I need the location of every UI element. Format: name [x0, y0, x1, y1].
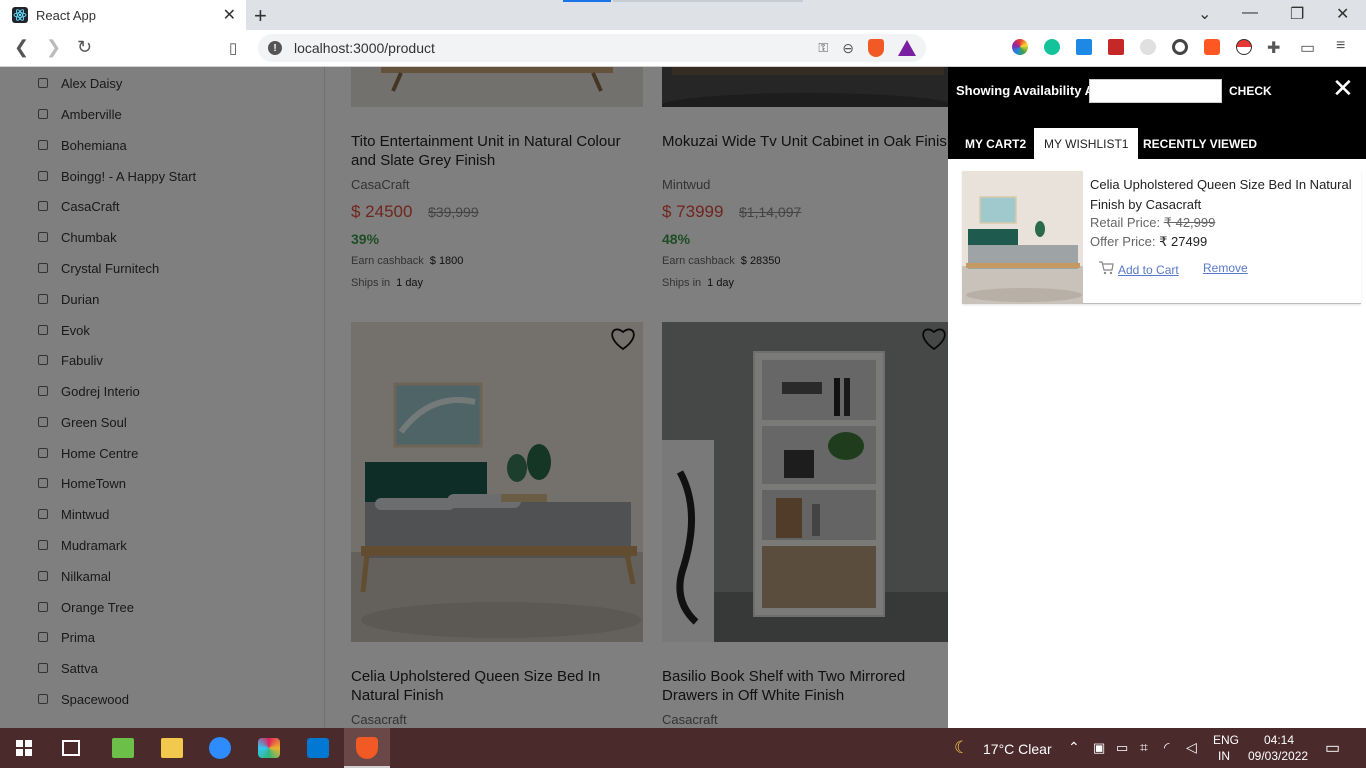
availability-label: Showing Availability At [956, 83, 1099, 98]
wishlist-item-image[interactable] [962, 171, 1083, 304]
grammarly-extension-icon[interactable] [1044, 39, 1060, 55]
restore-icon[interactable]: ❐ [1290, 4, 1304, 24]
remove-button[interactable]: Remove [1203, 261, 1248, 275]
file-explorer-icon[interactable] [161, 738, 183, 758]
loading-indicator [563, 0, 611, 2]
browser-toolbar: ❮ ❯ ↻ ▯ ! localhost:3000/product ⚿ ⊖ ✚ ▭… [0, 30, 1366, 67]
loading-track [613, 0, 803, 2]
face-extension-icon[interactable] [1140, 39, 1156, 55]
bookmark-icon[interactable]: ▯ [229, 39, 237, 57]
tray-device-icon[interactable]: ▣ [1093, 740, 1105, 756]
add-to-cart-button[interactable]: Add to Cart [1098, 261, 1179, 278]
screenshot-extension-icon[interactable] [1108, 39, 1124, 55]
new-tab-icon[interactable]: + [254, 3, 267, 29]
wishlist-item-name[interactable]: Celia Upholstered Queen Size Bed In Natu… [1090, 175, 1358, 215]
tab-close-icon[interactable]: ✕ [223, 5, 236, 25]
tab-my-cart[interactable]: MY CART2 [955, 128, 1036, 159]
slack-icon[interactable] [258, 738, 280, 758]
window-close-icon[interactable]: ✕ [1336, 4, 1349, 24]
tab-title: React App [36, 7, 96, 23]
browser-tab[interactable]: React App ✕ [0, 0, 246, 30]
reload-icon[interactable]: ↻ [77, 37, 92, 58]
cart-icon [1098, 261, 1114, 278]
brave-taskbar-button[interactable] [344, 728, 390, 768]
clock-date[interactable]: 09/03/2022 [1248, 749, 1308, 763]
retail-price-line: Retail Price: ₹ 42,999 [1090, 215, 1216, 230]
vscode-icon[interactable] [307, 738, 329, 758]
forward-icon[interactable]: ❯ [46, 37, 61, 58]
volume-icon[interactable]: ◁ [1186, 739, 1197, 756]
drawer-header: Showing Availability At CHECK ✕ MY CART2… [948, 67, 1366, 159]
wallet-icon[interactable]: ▭ [1300, 38, 1315, 58]
wishlist-item: Celia Upholstered Queen Size Bed In Natu… [962, 171, 1361, 304]
tray-chevron-icon[interactable]: ⌃ [1068, 739, 1080, 756]
clock-time[interactable]: 04:14 [1264, 733, 1294, 747]
color-picker-extension-icon[interactable] [1012, 39, 1028, 55]
tab-search-icon[interactable]: ⌄ [1198, 4, 1211, 24]
language-indicator[interactable]: ENG [1213, 733, 1239, 747]
task-view-icon[interactable] [62, 740, 80, 756]
zoom-icon[interactable]: ⊖ [842, 40, 854, 57]
check-button[interactable]: CHECK [1229, 84, 1272, 98]
react-logo-icon [12, 7, 28, 23]
weather-text[interactable]: 17°C Clear [983, 741, 1052, 757]
brave-shield-icon[interactable] [868, 39, 884, 57]
brave-rewards-icon[interactable] [898, 40, 916, 56]
page-content: Alex Daisy Amberville Bohemiana Boingg! … [0, 67, 1366, 728]
extensions-puzzle-icon[interactable]: ✚ [1267, 38, 1280, 58]
region-indicator[interactable]: IN [1218, 749, 1230, 763]
brave-browser-icon [356, 737, 378, 759]
tab-my-wishlist[interactable]: MY WISHLIST1 [1034, 128, 1139, 159]
wifi-icon[interactable]: ◜ [1164, 739, 1169, 756]
record-extension-icon[interactable] [1172, 39, 1188, 55]
app-green-icon[interactable] [112, 738, 134, 758]
back-icon[interactable]: ❮ [14, 37, 29, 58]
url-text: localhost:3000/product [294, 40, 435, 56]
c-extension-icon[interactable] [1204, 39, 1220, 55]
moon-weather-icon: ☾ [954, 738, 970, 757]
network-settings-icon[interactable]: ⌗ [1140, 739, 1148, 756]
notification-center-icon[interactable]: ▭ [1325, 738, 1340, 758]
cart-wishlist-drawer: Showing Availability At CHECK ✕ MY CART2… [948, 67, 1366, 728]
address-bar[interactable]: ! localhost:3000/product ⚿ ⊖ [258, 34, 926, 62]
browser-tab-strip: React App ✕ + ⌄ — ❐ ✕ [0, 0, 1366, 30]
site-info-icon[interactable]: ! [268, 41, 282, 55]
menu-icon[interactable]: ≡ [1336, 37, 1345, 55]
battery-icon[interactable]: ▭ [1116, 740, 1128, 756]
minimize-icon[interactable]: — [1242, 4, 1258, 22]
pokeball-extension-icon[interactable] [1236, 39, 1252, 55]
offer-price-line: Offer Price: ₹ 27499 [1090, 234, 1208, 249]
zoom-app-icon[interactable] [209, 737, 231, 759]
windows-taskbar: ☾ 17°C Clear ⌃ ▣ ▭ ⌗ ◜ ◁ ENG IN 04:14 09… [0, 728, 1366, 768]
download-extension-icon[interactable] [1076, 39, 1092, 55]
windows-start-icon[interactable] [16, 740, 32, 756]
modal-backdrop[interactable] [0, 67, 948, 728]
key-icon[interactable]: ⚿ [818, 40, 828, 56]
tab-recently-viewed[interactable]: RECENTLY VIEWED [1133, 128, 1267, 159]
close-drawer-icon[interactable]: ✕ [1332, 73, 1354, 104]
pincode-input[interactable] [1089, 79, 1222, 103]
